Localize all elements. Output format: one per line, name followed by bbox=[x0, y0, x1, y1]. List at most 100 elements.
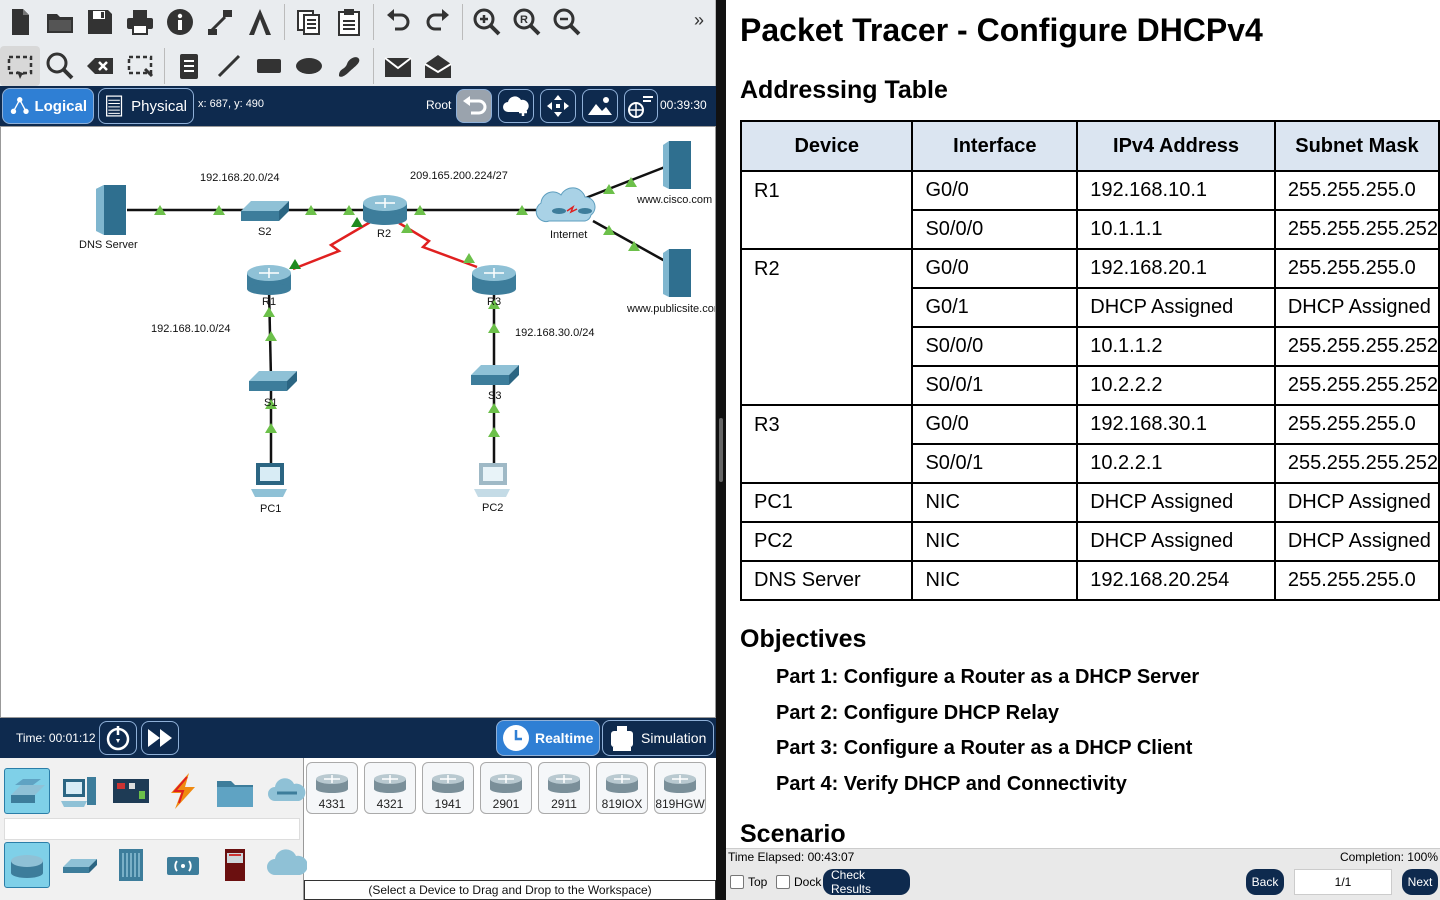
subnet-cell: 255.255.255.252 bbox=[1273, 209, 1440, 250]
freeform-icon[interactable] bbox=[329, 46, 369, 86]
router-r3-device[interactable] bbox=[472, 265, 516, 295]
security-category-icon[interactable] bbox=[212, 842, 258, 888]
router-model-819hgw[interactable]: 819HGW bbox=[654, 762, 706, 814]
wireless-category-icon[interactable] bbox=[160, 842, 206, 888]
subnet-cell: DHCP Assigned bbox=[1273, 482, 1440, 523]
router-model-1941[interactable]: 1941 bbox=[422, 762, 474, 814]
pane-splitter[interactable] bbox=[716, 0, 726, 900]
next-button[interactable]: Next bbox=[1402, 869, 1438, 895]
zoom-in-icon[interactable] bbox=[467, 2, 507, 42]
paste-icon[interactable] bbox=[329, 2, 369, 42]
device-cell: PC2 bbox=[739, 521, 914, 562]
dock-checkbox[interactable]: Dock bbox=[776, 875, 821, 889]
switch-s3-device[interactable] bbox=[471, 365, 519, 385]
logical-view-button[interactable]: Logical bbox=[2, 88, 94, 124]
misc-category-icon[interactable] bbox=[212, 768, 258, 814]
router-r1-device[interactable] bbox=[247, 265, 291, 295]
router-model-2911[interactable]: 2911 bbox=[538, 762, 590, 814]
checkbox-box[interactable] bbox=[776, 875, 790, 889]
note-icon[interactable] bbox=[169, 46, 209, 86]
end-devices-category-icon[interactable] bbox=[56, 768, 102, 814]
back-navigation-icon[interactable] bbox=[456, 89, 492, 123]
draw-ellipse-icon[interactable] bbox=[289, 46, 329, 86]
toolbar-overflow-icon[interactable]: » bbox=[694, 10, 704, 31]
network-192-168-20-label: 192.168.20.0/24 bbox=[200, 172, 280, 184]
realtime-mode-button[interactable]: Realtime bbox=[496, 720, 600, 756]
fast-forward-icon bbox=[148, 729, 172, 747]
router-r2-device[interactable] bbox=[363, 195, 407, 225]
routers-category-icon[interactable] bbox=[4, 842, 50, 888]
objectives-list: Part 1: Configure a Router as a DHCP Ser… bbox=[776, 666, 1199, 808]
open-folder-icon[interactable] bbox=[40, 2, 80, 42]
move-object-icon[interactable] bbox=[540, 89, 576, 123]
publicsite-server-device[interactable] bbox=[663, 249, 691, 297]
delete-icon[interactable] bbox=[80, 46, 120, 86]
check-results-button[interactable]: Check Results bbox=[823, 868, 910, 896]
router-model-2901[interactable]: 2901 bbox=[480, 762, 532, 814]
draw-line-icon[interactable] bbox=[209, 46, 249, 86]
add-simple-pdu-icon[interactable] bbox=[378, 46, 418, 86]
connections-category-icon[interactable] bbox=[160, 768, 206, 814]
redo-icon[interactable] bbox=[418, 2, 458, 42]
new-file-icon[interactable] bbox=[0, 2, 40, 42]
switch-s1-device[interactable] bbox=[249, 371, 297, 391]
internet-cloud-device[interactable] bbox=[535, 187, 596, 223]
zoom-out-icon[interactable] bbox=[547, 2, 587, 42]
multiuser-category-icon[interactable] bbox=[264, 768, 310, 814]
toolbar-separator bbox=[373, 4, 374, 40]
toolbar-separator bbox=[284, 4, 285, 40]
resize-icon[interactable] bbox=[120, 46, 160, 86]
ipv4-cell: 10.2.2.1 bbox=[1076, 443, 1276, 484]
power-cycle-button[interactable] bbox=[99, 721, 137, 755]
list-item: Part 4: Verify DHCP and Connectivity bbox=[776, 772, 1127, 795]
undo-icon[interactable] bbox=[378, 2, 418, 42]
subnet-cell: 255.255.255.252 bbox=[1273, 365, 1440, 406]
internet-label: Internet bbox=[550, 229, 587, 241]
fast-forward-button[interactable] bbox=[141, 721, 179, 755]
zoom-reset-icon[interactable]: R bbox=[507, 2, 547, 42]
physical-view-button[interactable]: Physical bbox=[98, 88, 194, 124]
splitter-grip[interactable] bbox=[719, 418, 723, 482]
switches-category-icon[interactable] bbox=[56, 842, 102, 888]
pc2-device[interactable] bbox=[474, 463, 510, 497]
new-cluster-icon[interactable] bbox=[498, 89, 534, 123]
info-icon[interactable] bbox=[160, 2, 200, 42]
dns-server-device[interactable] bbox=[96, 185, 126, 235]
switch-s2-device[interactable] bbox=[241, 201, 289, 221]
inspect-icon[interactable] bbox=[40, 46, 80, 86]
add-complex-pdu-icon[interactable] bbox=[418, 46, 458, 86]
top-checkbox[interactable]: Top bbox=[730, 875, 767, 889]
pc1-device[interactable] bbox=[251, 463, 287, 497]
cisco-server-device[interactable] bbox=[663, 141, 691, 189]
router-model-4331[interactable]: 4331 bbox=[306, 762, 358, 814]
list-item: Part 2: Configure DHCP Relay bbox=[776, 701, 1060, 724]
clock-icon bbox=[503, 725, 529, 751]
column-header-ipv4: IPv4 Address bbox=[1076, 120, 1276, 172]
activity-wizard-icon[interactable] bbox=[240, 2, 280, 42]
link-light bbox=[488, 427, 500, 437]
print-icon[interactable] bbox=[120, 2, 160, 42]
interface-cell: G0/1 bbox=[911, 287, 1079, 328]
link-light bbox=[488, 403, 500, 413]
components-category-icon[interactable] bbox=[108, 768, 154, 814]
network-devices-category-icon[interactable] bbox=[4, 768, 50, 814]
copy-icon[interactable] bbox=[289, 2, 329, 42]
simulation-mode-button[interactable]: Simulation bbox=[602, 720, 714, 756]
ipv4-cell: 192.168.30.1 bbox=[1076, 404, 1276, 445]
table-header-row: Device Interface IPv4 Address Subnet Mas… bbox=[739, 120, 1440, 172]
back-button[interactable]: Back bbox=[1246, 869, 1284, 895]
viewport-icon[interactable] bbox=[624, 89, 658, 123]
logical-label: Logical bbox=[34, 97, 87, 115]
set-background-icon[interactable] bbox=[582, 89, 618, 123]
logical-workspace[interactable]: DNS Server S2 R2 R1 R3 S1 S3 PC1 PC2 Int… bbox=[0, 126, 716, 718]
hubs-category-icon[interactable] bbox=[108, 842, 154, 888]
network-wizard-icon[interactable] bbox=[200, 2, 240, 42]
select-icon[interactable] bbox=[0, 46, 40, 86]
checkbox-box[interactable] bbox=[730, 875, 744, 889]
interface-cell: S0/0/1 bbox=[911, 365, 1079, 406]
save-icon[interactable] bbox=[80, 2, 120, 42]
router-model-4321[interactable]: 4321 bbox=[364, 762, 416, 814]
draw-rectangle-icon[interactable] bbox=[249, 46, 289, 86]
r2-label: R2 bbox=[377, 228, 391, 240]
router-model-819iox[interactable]: 819IOX bbox=[596, 762, 648, 814]
